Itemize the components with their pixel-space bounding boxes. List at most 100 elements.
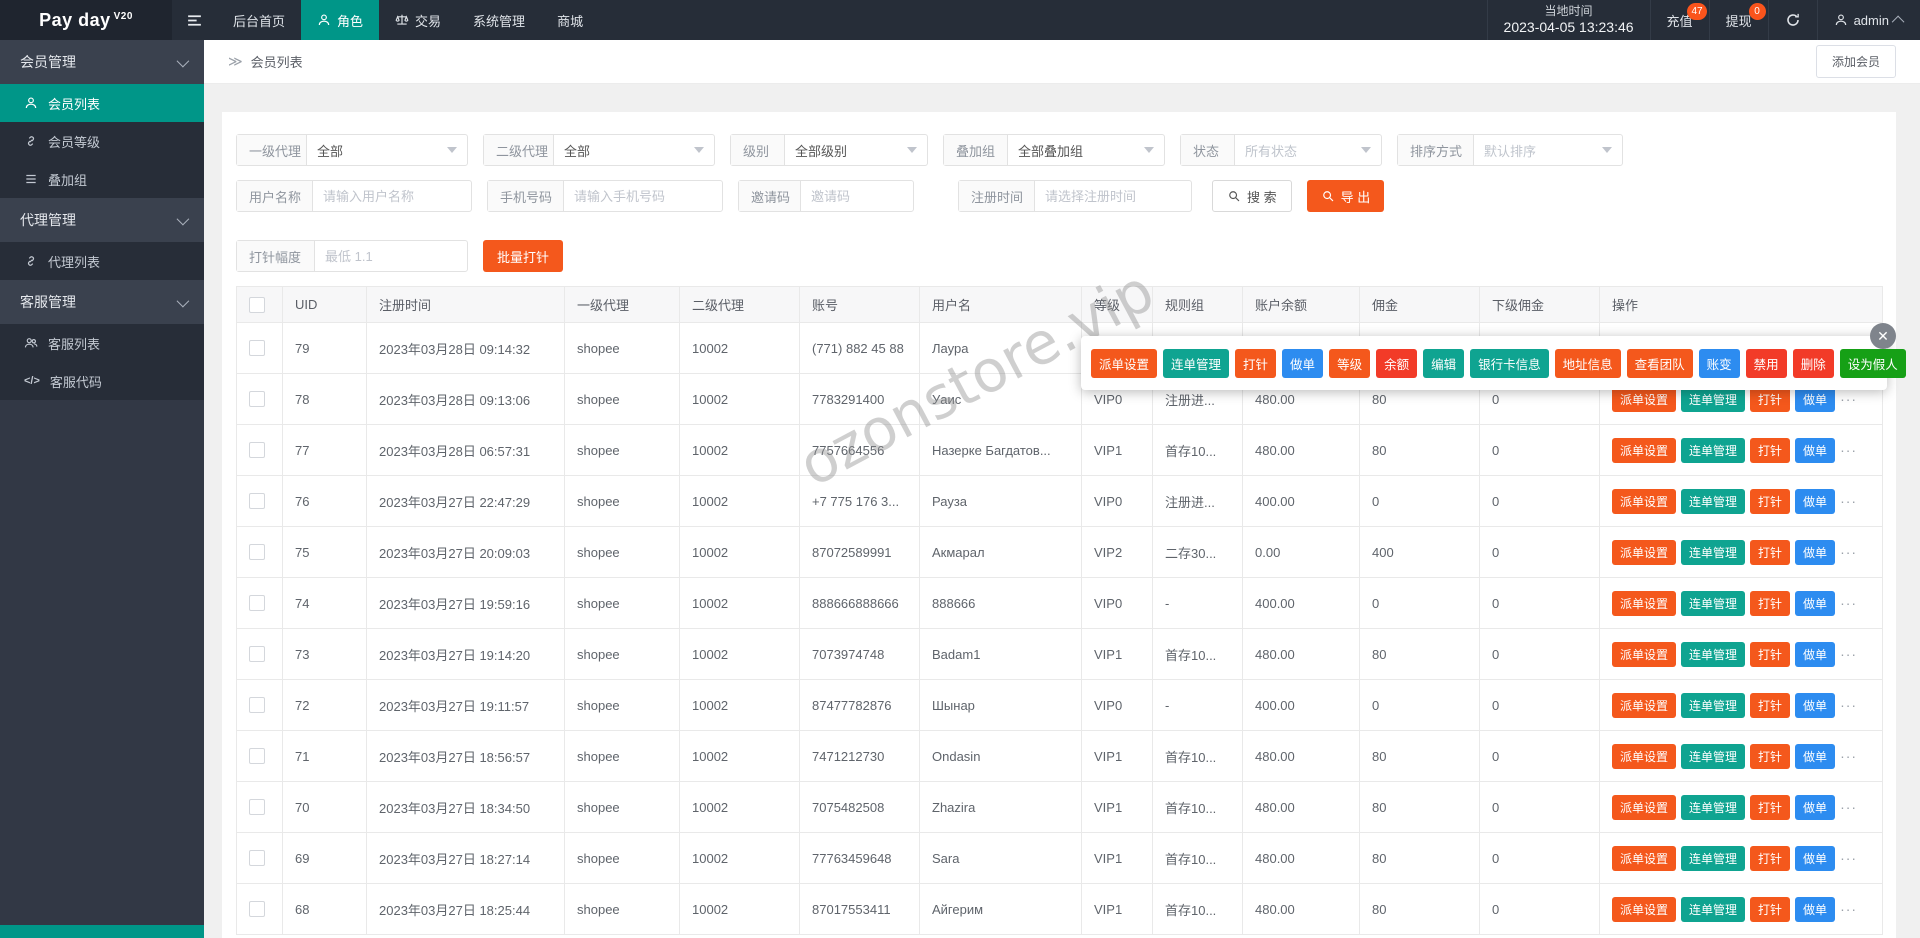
nav-tab-交易[interactable]: 交易 bbox=[379, 0, 457, 40]
action-做单[interactable]: 做单 bbox=[1795, 743, 1836, 769]
action-打针[interactable]: 打针 bbox=[1750, 488, 1791, 514]
action-连单管理[interactable]: 连单管理 bbox=[1681, 386, 1746, 412]
action-打针[interactable]: 打针 bbox=[1750, 590, 1791, 616]
sidebar-group-会员管理[interactable]: 会员管理 bbox=[0, 40, 204, 84]
action-做单[interactable]: 做单 bbox=[1795, 845, 1836, 871]
username-input[interactable] bbox=[313, 181, 471, 211]
popup-action-查看团队[interactable]: 查看团队 bbox=[1626, 348, 1693, 378]
nav-tab-系统管理[interactable]: 系统管理 bbox=[457, 0, 541, 40]
sidebar-group-代理管理[interactable]: 代理管理 bbox=[0, 198, 204, 242]
action-做单[interactable]: 做单 bbox=[1795, 641, 1836, 667]
action-连单管理[interactable]: 连单管理 bbox=[1681, 845, 1746, 871]
action-派单设置[interactable]: 派单设置 bbox=[1612, 539, 1677, 565]
row-checkbox[interactable] bbox=[249, 493, 265, 510]
nav-tab-角色[interactable]: 角色 bbox=[301, 0, 380, 40]
row-checkbox[interactable] bbox=[249, 442, 265, 459]
sidebar-item-客服代码[interactable]: </> 客服代码 bbox=[0, 362, 204, 400]
action-打针[interactable]: 打针 bbox=[1750, 692, 1791, 718]
popup-action-等级[interactable]: 等级 bbox=[1329, 348, 1371, 378]
popup-action-编辑[interactable]: 编辑 bbox=[1423, 348, 1465, 378]
search-button[interactable]: 搜 索 bbox=[1212, 180, 1292, 212]
action-做单[interactable]: 做单 bbox=[1795, 692, 1836, 718]
regtime-input[interactable] bbox=[1035, 181, 1191, 211]
inject-range-input[interactable] bbox=[315, 241, 467, 271]
close-icon[interactable]: ✕ bbox=[1870, 323, 1896, 349]
popup-action-银行卡信息[interactable]: 银行卡信息 bbox=[1470, 348, 1549, 378]
popup-action-设为假人[interactable]: 设为假人 bbox=[1839, 348, 1906, 378]
action-派单设置[interactable]: 派单设置 bbox=[1612, 641, 1677, 667]
filter-select-value-agent2[interactable]: 全部 bbox=[554, 135, 714, 165]
more-actions-button[interactable]: ··· bbox=[1840, 544, 1857, 560]
sidebar-item-客服列表[interactable]: 客服列表 bbox=[0, 324, 204, 362]
more-actions-button[interactable]: ··· bbox=[1840, 493, 1857, 509]
popup-action-派单设置[interactable]: 派单设置 bbox=[1091, 348, 1158, 378]
row-checkbox[interactable] bbox=[249, 697, 265, 714]
phone-input[interactable] bbox=[564, 181, 722, 211]
action-派单设置[interactable]: 派单设置 bbox=[1612, 896, 1677, 922]
action-做单[interactable]: 做单 bbox=[1795, 437, 1836, 463]
popup-action-禁用[interactable]: 禁用 bbox=[1745, 348, 1787, 378]
filter-select-value-sort[interactable]: 默认排序 bbox=[1474, 135, 1622, 165]
popup-action-账变[interactable]: 账变 bbox=[1698, 348, 1740, 378]
nav-tab-商城[interactable]: 商城 bbox=[541, 0, 599, 40]
filter-select-value-group[interactable]: 全部叠加组 bbox=[1008, 135, 1164, 165]
batch-inject-button[interactable]: 批量打针 bbox=[483, 240, 564, 272]
admin-user-menu[interactable]: admin bbox=[1816, 0, 1920, 40]
action-打针[interactable]: 打针 bbox=[1750, 845, 1791, 871]
row-checkbox[interactable] bbox=[249, 595, 265, 612]
action-打针[interactable]: 打针 bbox=[1750, 794, 1791, 820]
popup-action-删除[interactable]: 删除 bbox=[1792, 348, 1834, 378]
sidebar-collapse-strip[interactable] bbox=[0, 925, 204, 938]
withdraw-menu-item[interactable]: 提现 0 bbox=[1708, 0, 1768, 40]
filter-select-value-agent1[interactable]: 全部 bbox=[307, 135, 467, 165]
action-连单管理[interactable]: 连单管理 bbox=[1681, 743, 1746, 769]
sidebar-item-会员等级[interactable]: 会员等级 bbox=[0, 122, 204, 160]
action-做单[interactable]: 做单 bbox=[1795, 896, 1836, 922]
action-派单设置[interactable]: 派单设置 bbox=[1612, 743, 1677, 769]
invite-input[interactable] bbox=[801, 181, 913, 211]
action-派单设置[interactable]: 派单设置 bbox=[1612, 692, 1677, 718]
action-做单[interactable]: 做单 bbox=[1795, 590, 1836, 616]
action-打针[interactable]: 打针 bbox=[1750, 743, 1791, 769]
select-all-checkbox[interactable] bbox=[249, 296, 265, 313]
action-派单设置[interactable]: 派单设置 bbox=[1612, 794, 1677, 820]
action-连单管理[interactable]: 连单管理 bbox=[1681, 692, 1746, 718]
hamburger-icon[interactable] bbox=[172, 0, 217, 40]
action-打针[interactable]: 打针 bbox=[1750, 386, 1791, 412]
action-派单设置[interactable]: 派单设置 bbox=[1612, 437, 1677, 463]
export-button[interactable]: 导 出 bbox=[1306, 180, 1385, 212]
popup-action-地址信息[interactable]: 地址信息 bbox=[1554, 348, 1621, 378]
row-checkbox[interactable] bbox=[249, 646, 265, 663]
more-actions-button[interactable]: ··· bbox=[1840, 850, 1857, 866]
action-派单设置[interactable]: 派单设置 bbox=[1612, 386, 1677, 412]
popup-action-余额[interactable]: 余额 bbox=[1376, 348, 1418, 378]
action-派单设置[interactable]: 派单设置 bbox=[1612, 845, 1677, 871]
more-actions-button[interactable]: ··· bbox=[1840, 442, 1857, 458]
action-连单管理[interactable]: 连单管理 bbox=[1681, 896, 1746, 922]
sidebar-item-代理列表[interactable]: 代理列表 bbox=[0, 242, 204, 280]
action-做单[interactable]: 做单 bbox=[1795, 386, 1836, 412]
action-打针[interactable]: 打针 bbox=[1750, 641, 1791, 667]
action-做单[interactable]: 做单 bbox=[1795, 794, 1836, 820]
row-checkbox[interactable] bbox=[249, 748, 265, 765]
row-checkbox[interactable] bbox=[249, 544, 265, 561]
filter-select-value-status[interactable]: 所有状态 bbox=[1235, 135, 1381, 165]
more-actions-button[interactable]: ··· bbox=[1840, 595, 1857, 611]
action-派单设置[interactable]: 派单设置 bbox=[1612, 590, 1677, 616]
action-派单设置[interactable]: 派单设置 bbox=[1612, 488, 1677, 514]
row-checkbox[interactable] bbox=[249, 850, 265, 867]
action-连单管理[interactable]: 连单管理 bbox=[1681, 641, 1746, 667]
action-连单管理[interactable]: 连单管理 bbox=[1681, 539, 1746, 565]
refresh-button[interactable] bbox=[1767, 0, 1817, 40]
row-checkbox[interactable] bbox=[249, 391, 265, 408]
row-checkbox[interactable] bbox=[249, 799, 265, 816]
sidebar-group-客服管理[interactable]: 客服管理 bbox=[0, 280, 204, 324]
add-member-button[interactable]: 添加会员 bbox=[1815, 45, 1896, 78]
more-actions-button[interactable]: ··· bbox=[1840, 799, 1857, 815]
action-连单管理[interactable]: 连单管理 bbox=[1681, 590, 1746, 616]
action-做单[interactable]: 做单 bbox=[1795, 488, 1836, 514]
filter-select-value-level[interactable]: 全部级别 bbox=[785, 135, 927, 165]
recharge-menu-item[interactable]: 充值 47 bbox=[1649, 0, 1709, 40]
sidebar-item-会员列表[interactable]: 会员列表 bbox=[0, 84, 204, 122]
popup-action-做单[interactable]: 做单 bbox=[1282, 348, 1324, 378]
